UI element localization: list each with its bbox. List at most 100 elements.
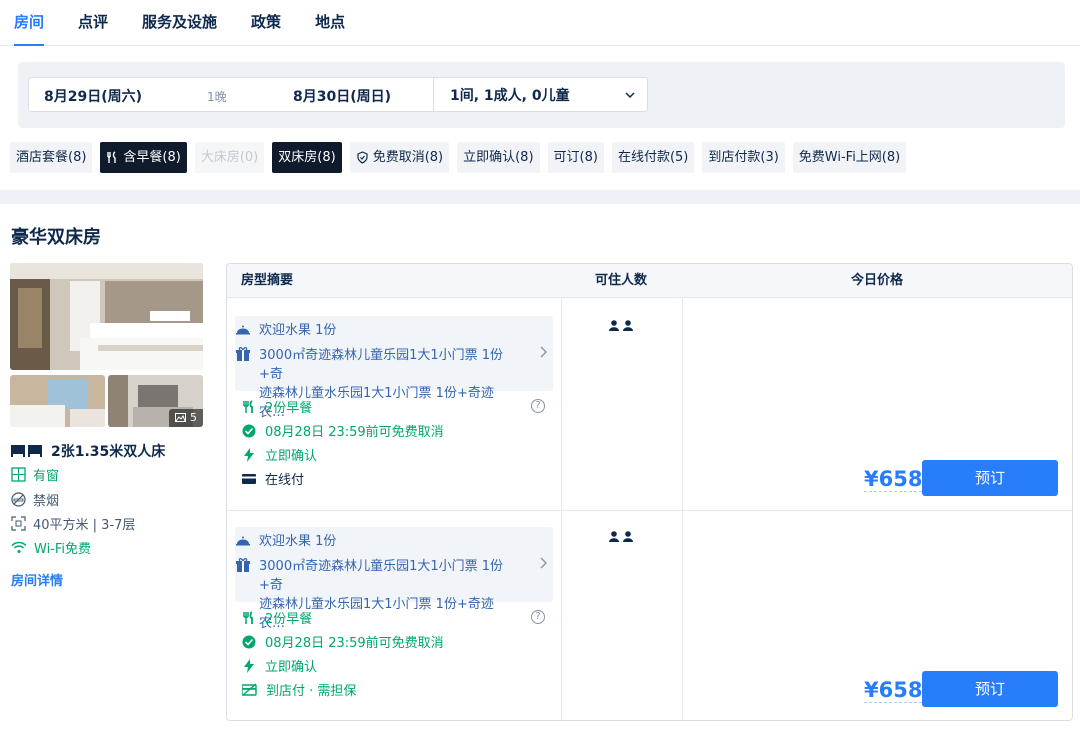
person-icon bbox=[609, 320, 619, 331]
filter-free-cancel[interactable]: 免费取消(8) bbox=[349, 142, 450, 173]
filter-label: 含早餐(8) bbox=[123, 150, 181, 165]
filter-breakfast[interactable]: 含早餐(8) bbox=[100, 142, 187, 173]
size-text: 40平方米 | 3-7层 bbox=[33, 518, 136, 533]
benefit-text: 欢迎水果 1份 bbox=[259, 323, 337, 338]
no-smoking-icon bbox=[11, 492, 26, 507]
payment-text: 在线付 bbox=[265, 473, 305, 488]
breakfast-item: 2份早餐 bbox=[242, 608, 312, 627]
gift-icon bbox=[236, 558, 250, 572]
wifi-icon bbox=[11, 541, 27, 553]
filter-pay-at-hotel[interactable]: 到店付款(3) bbox=[702, 142, 785, 173]
tab-facilities[interactable]: 服务及设施 bbox=[142, 0, 217, 46]
room-photo-thumb-1[interactable] bbox=[10, 375, 105, 427]
cancel-policy[interactable]: 08月28日 23:59前可免费取消 bbox=[242, 421, 444, 440]
cancel-text: 08月28日 23:59前可免费取消 bbox=[265, 425, 444, 440]
header-occupancy: 可住人数 bbox=[595, 273, 648, 288]
cancel-text: 08月28日 23:59前可免费取消 bbox=[265, 636, 444, 651]
tab-location[interactable]: 地点 bbox=[315, 0, 345, 46]
chevron-right-icon bbox=[540, 346, 547, 358]
confirm-text: 立即确认 bbox=[265, 660, 318, 675]
photo-count: 5 bbox=[190, 411, 197, 424]
row-divider bbox=[227, 510, 1072, 511]
column-divider bbox=[682, 298, 683, 720]
filter-label: 在线付款(5) bbox=[617, 150, 689, 165]
filter-label: 立即确认(8) bbox=[463, 150, 534, 165]
filter-chips: 酒店套餐(8) 含早餐(8) 大床房(0) 双床房(8) 免费取消(8) 立即确… bbox=[10, 142, 907, 173]
pay-at-hotel-icon bbox=[242, 683, 257, 696]
breakfast-item: 2份早餐 bbox=[242, 397, 312, 416]
gift-icon bbox=[236, 347, 250, 361]
cloche-icon bbox=[236, 536, 250, 546]
price[interactable]: ¥658 bbox=[864, 678, 923, 703]
photo-count-badge: 5 bbox=[169, 409, 203, 427]
filter-free-wifi[interactable]: 免费Wi-Fi上网(8) bbox=[792, 142, 907, 173]
header-summary: 房型摘要 bbox=[241, 273, 294, 288]
help-icon[interactable]: ? bbox=[531, 399, 545, 413]
smoking-feature: 禁烟 bbox=[11, 490, 59, 509]
shield-check-icon bbox=[357, 151, 368, 164]
wifi-feature: Wi-Fi免费 bbox=[11, 538, 91, 557]
check-circle-icon bbox=[242, 635, 256, 648]
tab-policies[interactable]: 政策 bbox=[251, 0, 281, 46]
cancel-policy[interactable]: 08月28日 23:59前可免费取消 bbox=[242, 632, 444, 651]
utensils-icon bbox=[243, 610, 253, 624]
window-text: 有窗 bbox=[33, 469, 60, 484]
filter-available[interactable]: 可订(8) bbox=[547, 142, 604, 173]
window-icon bbox=[11, 467, 26, 482]
room-photo-main[interactable] bbox=[10, 263, 203, 370]
room-details-link[interactable]: 房间详情 bbox=[11, 570, 63, 589]
lightning-icon bbox=[244, 658, 254, 673]
utensils-icon bbox=[107, 151, 117, 163]
rate-table: 房型摘要 可住人数 今日价格 欢迎水果 1份 3000㎡奇迹森林儿童乐园1大1小… bbox=[226, 263, 1073, 721]
checkout-date[interactable]: 8月30日(周日) bbox=[293, 86, 391, 106]
utensils-icon bbox=[243, 399, 253, 413]
benefit-fruit: 欢迎水果 1份 bbox=[235, 321, 336, 340]
payment-method: 在线付 bbox=[242, 469, 304, 488]
checkin-date[interactable]: 8月29日(周六) bbox=[44, 86, 142, 106]
tab-rooms[interactable]: 房间 bbox=[14, 0, 45, 46]
room-photo-thumb-2[interactable]: 5 bbox=[108, 375, 203, 427]
nights-count: 1晚 bbox=[207, 90, 227, 104]
price[interactable]: ¥658 bbox=[864, 467, 923, 492]
book-button[interactable]: 预订 bbox=[922, 460, 1058, 496]
occupancy-icons bbox=[609, 320, 633, 331]
filter-label: 大床房(0) bbox=[200, 150, 259, 165]
filter-instant-confirm[interactable]: 立即确认(8) bbox=[457, 142, 540, 173]
filter-online-pay[interactable]: 在线付款(5) bbox=[611, 142, 695, 173]
window-feature: 有窗 bbox=[11, 465, 59, 484]
person-icon bbox=[623, 531, 633, 542]
header-price: 今日价格 bbox=[851, 273, 904, 288]
instant-confirm: 立即确认 bbox=[242, 656, 317, 675]
filter-label: 免费取消(8) bbox=[372, 150, 444, 165]
check-circle-icon bbox=[242, 424, 256, 437]
bed-text: 2张1.35米双人床 bbox=[51, 444, 166, 460]
benefit-fruit: 欢迎水果 1份 bbox=[235, 532, 336, 551]
benefit-text: 3000㎡奇迹森林儿童乐园1大1小门票 1份+奇 bbox=[259, 348, 504, 382]
filter-package[interactable]: 酒店套餐(8) bbox=[10, 142, 93, 173]
section-divider bbox=[0, 190, 1080, 204]
cloche-icon bbox=[236, 325, 250, 335]
twin-bed-icon bbox=[11, 445, 42, 457]
filter-label: 可订(8) bbox=[553, 150, 598, 165]
chevron-down-icon bbox=[625, 91, 635, 98]
date-guest-selector: 8月29日(周六) 1晚 8月30日(周日) 1间, 1成人, 0儿童 bbox=[28, 77, 648, 112]
image-icon bbox=[175, 413, 186, 422]
wifi-text: Wi-Fi免费 bbox=[34, 542, 92, 557]
filter-twin-bed[interactable]: 双床房(8) bbox=[272, 142, 342, 173]
help-icon[interactable]: ? bbox=[531, 610, 545, 624]
lightning-icon bbox=[244, 447, 254, 462]
table-header: 房型摘要 可住人数 今日价格 bbox=[227, 264, 1072, 298]
bed-info: 2张1.35米双人床 bbox=[11, 441, 165, 461]
guest-selector[interactable]: 1间, 1成人, 0儿童 bbox=[433, 78, 648, 111]
tab-reviews[interactable]: 点评 bbox=[78, 0, 108, 46]
occupancy-icons bbox=[609, 531, 633, 542]
filter-label: 到店付款(3) bbox=[708, 150, 779, 165]
book-button[interactable]: 预订 bbox=[922, 671, 1058, 707]
benefit-text: 欢迎水果 1份 bbox=[259, 534, 337, 549]
column-divider bbox=[561, 298, 562, 720]
card-icon bbox=[242, 473, 256, 484]
benefit-text: 3000㎡奇迹森林儿童乐园1大1小门票 1份+奇 bbox=[259, 559, 504, 593]
person-icon bbox=[609, 531, 619, 542]
guest-summary: 1间, 1成人, 0儿童 bbox=[450, 87, 570, 104]
chevron-right-icon bbox=[540, 557, 547, 569]
